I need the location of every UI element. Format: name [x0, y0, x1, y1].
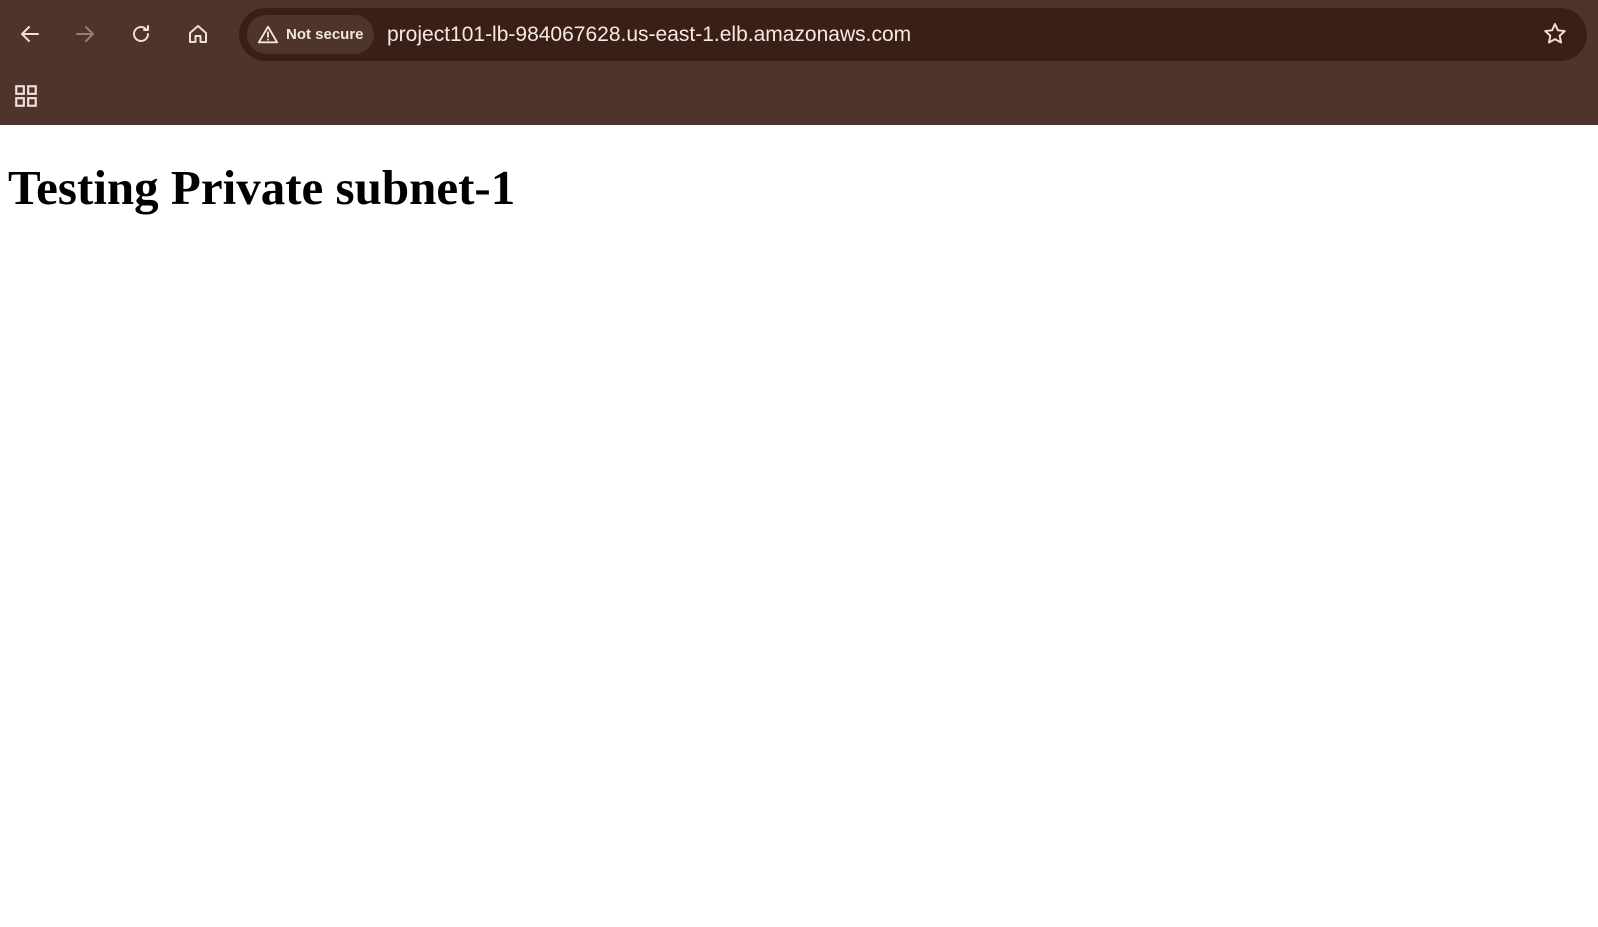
forward-button[interactable] — [65, 14, 105, 54]
page-content: Testing Private subnet-1 — [0, 125, 1598, 927]
browser-toolbar: Not secure project101-lb-984067628.us-ea… — [0, 0, 1598, 70]
page-heading: Testing Private subnet-1 — [8, 160, 516, 215]
url-text[interactable]: project101-lb-984067628.us-east-1.elb.am… — [387, 8, 911, 61]
home-button[interactable] — [178, 14, 218, 54]
apps-grid-icon — [15, 85, 37, 107]
security-label: Not secure — [286, 26, 364, 43]
back-button[interactable] — [10, 14, 50, 54]
arrow-right-icon — [76, 26, 94, 42]
bookmarks-bar — [0, 70, 1598, 125]
star-icon — [1544, 23, 1566, 44]
security-indicator[interactable]: Not secure — [247, 15, 374, 54]
home-icon — [189, 25, 207, 43]
apps-button[interactable] — [6, 76, 46, 116]
browser-chrome: Not secure project101-lb-984067628.us-ea… — [0, 0, 1598, 125]
arrow-left-icon — [21, 26, 39, 42]
reload-icon — [133, 25, 149, 42]
bookmark-button[interactable] — [1535, 14, 1575, 54]
reload-button[interactable] — [121, 14, 161, 54]
address-bar[interactable]: Not secure project101-lb-984067628.us-ea… — [239, 8, 1587, 61]
warning-triangle-icon — [257, 25, 279, 43]
